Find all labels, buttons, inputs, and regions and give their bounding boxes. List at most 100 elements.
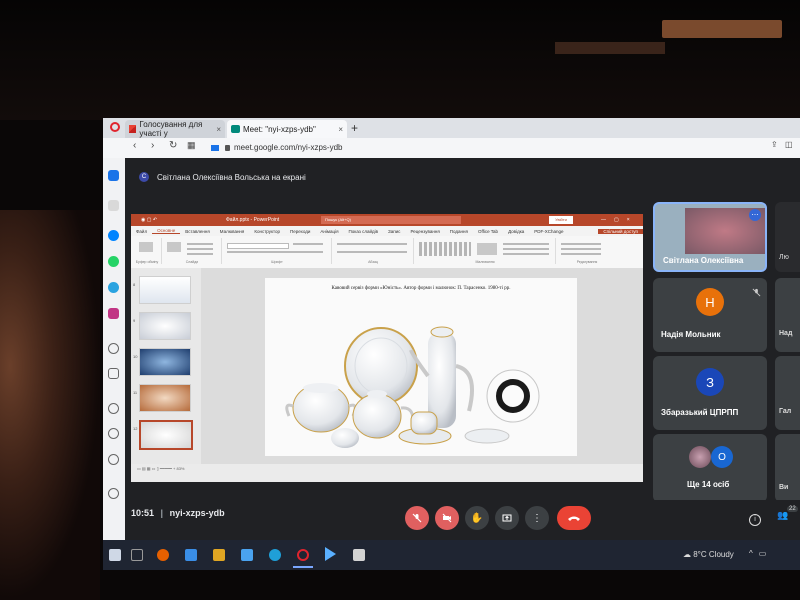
window-controls-icon: —▢× — [601, 217, 638, 223]
store-icon[interactable] — [241, 549, 253, 561]
presenter-text: Світлана Олексіївна Вольська на екрані — [157, 172, 306, 182]
edge-icon[interactable] — [269, 549, 281, 561]
history-icon[interactable] — [108, 343, 119, 354]
participant-tile-video[interactable]: ⋯ Світлана Олексіївна — [653, 202, 767, 272]
firefox-icon[interactable] — [157, 549, 169, 561]
presenter-avatar: С — [139, 172, 149, 182]
ppt-menu-item: Малювання — [219, 228, 245, 234]
participant-name: Світлана Олексіївна — [663, 256, 744, 265]
shared-screen-powerpoint: Файл.pptx - PowerPoint ◉ ▢ ↶ —▢× Пошук (… — [131, 214, 643, 482]
forward-icon[interactable]: › — [151, 140, 154, 151]
mail-icon[interactable] — [185, 549, 197, 561]
ppt-status-bar: ▭ ▤ ▦ ▭ ▯ ━━━━━ + 83% — [131, 464, 643, 482]
ppt-menu-item: Показ слайдів — [348, 228, 379, 234]
ribbon-group-font: Шрифт — [223, 238, 332, 264]
more-participants-tile[interactable]: О Ще 14 осіб — [653, 434, 767, 502]
background-light-2 — [555, 42, 665, 54]
people-icon[interactable]: 👥 — [777, 510, 788, 521]
ribbon-group-editing: Редагування — [557, 238, 617, 264]
reload-icon[interactable]: ↻ — [169, 140, 177, 151]
camera-icon — [211, 144, 219, 151]
raise-hand-button[interactable]: ✋ — [465, 506, 489, 530]
partial-name: Гал — [779, 408, 792, 415]
url-field[interactable]: meet.google.com/nyi-xzps-ydb — [211, 140, 771, 155]
participant-tile[interactable]: З Збаразький ЦПРПП — [653, 356, 767, 430]
ppt-ribbon: Буфер обміну Слайди Шрифт Абзац Малюванн… — [131, 236, 643, 269]
whatsapp-icon[interactable] — [108, 256, 119, 267]
laptop-screen: Голосування для участі у × Meet: "nyi-xz… — [103, 118, 800, 570]
tab-meet[interactable]: Meet: "nyi-xzps-ydb" × — [227, 120, 347, 138]
ppt-menu-item: Запис — [388, 228, 401, 234]
info-icon[interactable]: i — [749, 514, 761, 526]
heart-icon[interactable] — [108, 403, 119, 414]
ppt-menu-item: PDF-XChange — [534, 228, 564, 234]
clock-icon[interactable] — [108, 428, 119, 439]
ppt-menu-item: Анімація — [320, 228, 339, 234]
camera-off-button[interactable] — [435, 506, 459, 530]
grid-icon[interactable]: ▦ — [187, 140, 196, 151]
system-tray-icons[interactable]: ^▭ — [749, 549, 772, 558]
ppt-current-slide: Кавовий сервіз форми «Юність». Автор фор… — [265, 278, 577, 456]
back-icon[interactable]: ‹ — [133, 140, 136, 151]
partial-name: Ви — [779, 484, 789, 491]
participant-avatar: З — [696, 368, 724, 396]
hang-up-button[interactable] — [557, 506, 591, 530]
messenger-icon[interactable] — [108, 230, 119, 241]
participant-tile[interactable]: Н Надія Мольник — [653, 278, 767, 352]
slide-number: 8 — [133, 282, 136, 287]
present-button[interactable] — [495, 506, 519, 530]
opera-logo-icon[interactable] — [110, 122, 120, 132]
slide-number: 10 — [133, 354, 138, 359]
present-icon — [502, 514, 512, 522]
partial-name: Лю — [779, 254, 789, 261]
file-explorer-icon[interactable] — [213, 549, 225, 561]
instagram-icon[interactable] — [108, 308, 119, 319]
meeting-code: nyi-xzps-ydb — [169, 508, 225, 518]
meet-control-bar: 10:51 | nyi-xzps-ydb ✋ ⋮ i 👥 22 — [125, 500, 800, 540]
slide-thumbnail-selected — [139, 420, 193, 450]
camera-toolbar-icon[interactable]: ◫ — [785, 140, 793, 149]
close-icon[interactable]: × — [338, 125, 343, 134]
opera-taskbar-icon[interactable] — [297, 549, 309, 561]
gmail-icon — [129, 125, 137, 133]
ppt-menu-item: Подання — [449, 228, 468, 234]
document-icon[interactable] — [353, 549, 365, 561]
telegram-icon[interactable] — [108, 282, 119, 293]
ppt-menu-bar: Файл Основне Вставлення Малювання Констр… — [131, 226, 643, 236]
task-view-icon[interactable] — [131, 549, 143, 561]
player-icon[interactable] — [108, 368, 119, 379]
more-vert-icon: ⋮ — [532, 512, 542, 524]
ppt-slide-thumbnails: 8 9 10 11 12 — [131, 268, 201, 464]
porcelain-set-image — [285, 326, 540, 448]
ribbon-group-slides: Слайди — [163, 238, 222, 264]
ribbon-group-paragraph: Абзац — [333, 238, 414, 264]
slide-number: 9 — [133, 318, 136, 323]
participant-count: 22 — [787, 506, 798, 512]
share-icon[interactable]: ⇪ — [771, 140, 778, 149]
weather-widget[interactable]: ☁ 8°C Cloudy — [683, 550, 734, 559]
ppt-search-box: Пошук (Alt+Q) — [321, 216, 461, 224]
ppt-menu-item: Office Tab — [477, 228, 499, 234]
tab-label: Голосування для участі у — [139, 120, 203, 138]
more-options-button[interactable]: ⋮ — [525, 506, 549, 530]
lightbulb-icon[interactable] — [108, 488, 119, 499]
tab-gmail[interactable]: Голосування для участі у × — [125, 120, 225, 138]
settings-icon[interactable] — [108, 454, 119, 465]
slide-thumbnail — [139, 312, 191, 340]
more-options-icon[interactable]: ⋯ — [749, 209, 761, 221]
ppt-menu-item: Конструктор — [254, 228, 281, 234]
close-icon[interactable]: × — [216, 125, 221, 134]
mic-off-button[interactable] — [405, 506, 429, 530]
home-icon[interactable] — [108, 170, 119, 181]
mic-off-icon — [752, 288, 761, 297]
media-player-icon[interactable] — [325, 547, 336, 561]
new-tab-icon[interactable]: + — [351, 121, 358, 135]
camera-off-icon — [442, 513, 452, 523]
cloud-icon: ☁ — [683, 550, 691, 559]
windows-taskbar: ☁ 8°C Cloudy ^▭ — [103, 540, 800, 570]
apps-icon[interactable] — [108, 200, 119, 211]
ppt-menu-item: Рецензування — [410, 228, 440, 234]
windows-start-icon[interactable] — [109, 549, 121, 561]
ppt-share-button: Спільний доступ — [598, 228, 643, 234]
meeting-info: 10:51 | nyi-xzps-ydb — [131, 508, 225, 518]
